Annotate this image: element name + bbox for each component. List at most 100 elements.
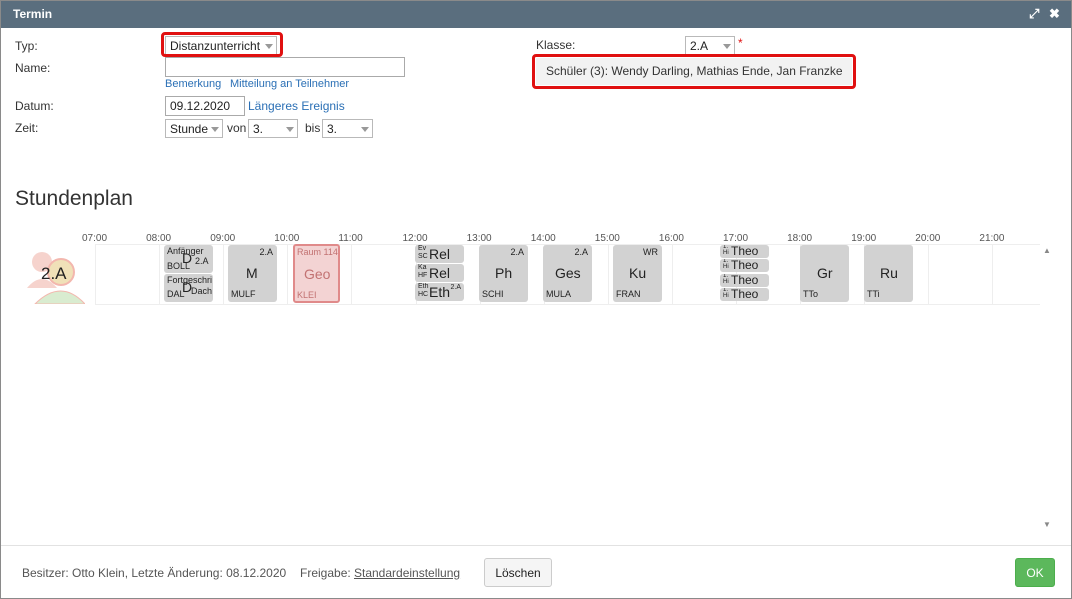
- lesson-theo-4[interactable]: 1. Hi Theo: [720, 288, 769, 301]
- time-tick: 07:00: [82, 233, 108, 244]
- lesson-class: 2.A: [259, 247, 273, 257]
- klasse-select[interactable]: 2.A: [685, 36, 735, 55]
- loeschen-button[interactable]: Löschen: [484, 558, 552, 587]
- zeit-unit-value: Stunde: [170, 122, 209, 136]
- maximize-icon[interactable]: ⤢: [1029, 6, 1039, 22]
- bis-value: 3.: [327, 122, 338, 136]
- datum-label: Datum:: [15, 99, 54, 113]
- lesson-ku[interactable]: WR Ku FRAN: [613, 245, 662, 302]
- lesson-subject: Theo: [731, 245, 759, 258]
- time-gridline: [671, 244, 673, 305]
- lesson-class: 2.A: [574, 247, 588, 257]
- zeit-unit-select[interactable]: Stunde: [165, 119, 223, 138]
- lesson-teacher: Hi: [723, 264, 729, 270]
- lesson-room: Dach: [191, 286, 213, 296]
- lesson-teacher: KLEI: [297, 290, 317, 300]
- lesson-theo-2[interactable]: 1. Hi Theo: [720, 259, 769, 272]
- lesson-theo-3[interactable]: 1. Hi Theo: [720, 274, 769, 287]
- lesson-subject: M: [246, 265, 258, 281]
- time-tick: 12:00: [402, 233, 428, 244]
- scroll-down-icon[interactable]: ▼: [1043, 520, 1051, 529]
- time-gridline: [351, 244, 353, 305]
- lesson-subject: Theo: [731, 288, 759, 301]
- besitzer-info: Besitzer: Otto Klein, Letzte Änderung: 0…: [22, 566, 287, 580]
- lesson-ru[interactable]: Ru TTi: [864, 245, 913, 302]
- lesson-subject: Rel: [429, 265, 451, 281]
- lesson-teacher: TTo: [803, 289, 819, 299]
- von-select[interactable]: 3.: [248, 119, 298, 138]
- lesson-ges[interactable]: 2.A Ges MULA: [543, 245, 592, 302]
- time-tick: 11:00: [338, 233, 363, 244]
- klasse-value: 2.A: [690, 39, 709, 53]
- lesson-subject: Ges: [555, 265, 581, 281]
- datum-input[interactable]: [165, 96, 245, 116]
- time-tick: 17:00: [723, 233, 749, 244]
- lesson-rel-1[interactable]: Ev SC Rel: [415, 245, 464, 263]
- lesson-subject: Eth: [429, 284, 451, 300]
- lesson-teacher: SCHI: [482, 289, 504, 299]
- lesson-teacher: MULA: [546, 289, 572, 299]
- lesson-class: 2.A: [450, 284, 461, 291]
- lesson-group: Eth: [418, 283, 429, 290]
- time-tick: 13:00: [466, 233, 492, 244]
- lesson-subject: Ku: [629, 265, 647, 281]
- time-gridline: [287, 244, 289, 305]
- lesson-subject: Ph: [495, 265, 513, 281]
- dialog-titlebar[interactable]: Termin ⤢ ✖: [1, 1, 1071, 28]
- chevron-down-icon: [286, 127, 294, 132]
- lesson-eth[interactable]: Eth HC Eth 2.A: [415, 283, 464, 301]
- freigabe-label: Freigabe:: [300, 566, 351, 580]
- bis-select[interactable]: 3.: [322, 119, 373, 138]
- dialog-footer: Besitzer: Otto Klein, Letzte Änderung: 0…: [1, 545, 1071, 599]
- close-icon[interactable]: ✖: [1049, 6, 1060, 22]
- laengeres-ereignis-link[interactable]: Längeres Ereignis: [248, 99, 345, 113]
- mitteilung-link[interactable]: Mitteilung an Teilnehmer: [230, 78, 349, 90]
- time-tick: 10:00: [274, 233, 300, 244]
- timetable-scrollbar[interactable]: ▲ ▼: [1040, 244, 1054, 534]
- time-tick: 21:00: [979, 233, 1005, 244]
- time-tick: 15:00: [594, 233, 620, 244]
- chevron-down-icon: [361, 127, 369, 132]
- bemerkung-link[interactable]: Bemerkung: [165, 78, 221, 90]
- time-tick: 18:00: [787, 233, 813, 244]
- lesson-theo-1[interactable]: 1. Hi Theo: [720, 245, 769, 258]
- time-gridline: [95, 244, 96, 305]
- lesson-group: Ka: [418, 264, 427, 271]
- lesson-teacher: Hi: [723, 250, 729, 256]
- lesson-class: 2.A: [195, 256, 209, 266]
- lesson-rel-2[interactable]: Ka HF Rel: [415, 264, 464, 282]
- lesson-geo[interactable]: Raum 114 Geo KLEI: [293, 244, 340, 303]
- lesson-subject: Rel: [429, 246, 451, 262]
- von-value: 3.: [253, 122, 264, 136]
- time-gridline: [223, 244, 225, 305]
- lesson-subject: Gr: [817, 265, 833, 281]
- lesson-subject: Geo: [304, 266, 331, 282]
- lesson-gr[interactable]: Gr TTo: [800, 245, 849, 302]
- lesson-ph[interactable]: 2.A Ph SCHI: [479, 245, 528, 302]
- lesson-subject: Theo: [731, 274, 759, 287]
- class-name: 2.A: [41, 264, 67, 283]
- name-label: Name:: [15, 61, 51, 75]
- time-gridline: [607, 244, 609, 305]
- name-input[interactable]: [165, 57, 405, 77]
- ok-button[interactable]: OK: [1015, 558, 1055, 587]
- lesson-teacher: HF: [418, 272, 428, 279]
- lesson-subject: Ru: [880, 265, 898, 281]
- time-tick: 09:00: [210, 233, 236, 244]
- lesson-teacher: HC: [418, 291, 429, 298]
- lesson-teacher: Hi: [723, 279, 729, 285]
- time-gridline: [159, 244, 161, 305]
- lesson-room: WR: [643, 247, 658, 257]
- von-label: von: [227, 121, 247, 135]
- lesson-class: 2.A: [510, 247, 524, 257]
- bis-label: bis: [305, 121, 321, 135]
- chevron-down-icon: [723, 44, 731, 49]
- dialog-title: Termin: [13, 7, 53, 21]
- lesson-teacher: MULF: [231, 289, 256, 299]
- lesson-d-2[interactable]: Fortgeschri D DAL Dach: [164, 274, 213, 302]
- lesson-teacher: BOLL: [167, 261, 191, 271]
- lesson-d-1[interactable]: Anfänger D 2.A BOLL: [164, 245, 213, 273]
- lesson-m[interactable]: 2.A M MULF: [228, 245, 277, 302]
- scroll-up-icon[interactable]: ▲: [1043, 246, 1051, 255]
- freigabe-link[interactable]: Standardeinstellung: [354, 566, 460, 580]
